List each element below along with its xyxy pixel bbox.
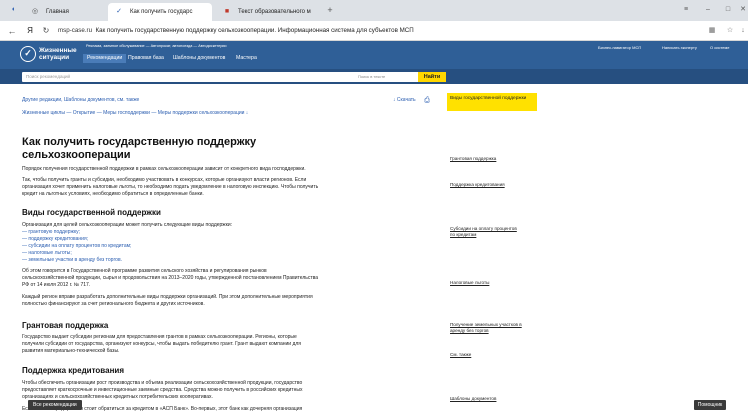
article-title-line2: сельхозкооперации (22, 149, 131, 161)
heading-support-kinds: Виды государственной поддержки (22, 208, 161, 217)
site-tagline: Реклама, заемное обслуживание — Автопрок… (86, 44, 227, 48)
tab-home-label: Главная (46, 9, 69, 15)
heading-credit-support: Поддержка кредитования (22, 366, 124, 375)
link-write-expert[interactable]: Написать эксперту (662, 45, 697, 50)
kind-item-grant[interactable]: — грантовую поддержку; (22, 229, 80, 236)
url-domain: msp-case.ru (58, 27, 93, 34)
kind-item-land[interactable]: — земельные участки в аренду без торгов. (22, 257, 122, 264)
browser-logo-icon[interactable]: ◐ (8, 4, 20, 16)
sidebar-item-see-also[interactable]: См. также (450, 352, 471, 358)
sidebar-item-tax[interactable]: Налоговые льготы (450, 280, 489, 286)
kind-item-interest[interactable]: — субсидии на оплату процентов по кредит… (22, 243, 131, 250)
sidebar-item-land[interactable]: Получение земельных участков в аренду бе… (450, 322, 522, 334)
tab-text-label: Текст образовательного м (238, 9, 311, 15)
site-logo[interactable]: ✓ Жизненные ситуации (20, 44, 78, 66)
yandex-icon[interactable]: Я (24, 25, 36, 37)
templates-see-also: Шаблоны документов, см. также (63, 97, 140, 103)
find-button[interactable]: Найти (418, 72, 446, 82)
url-field[interactable]: msp-case.ru Как получить государственную… (58, 25, 638, 37)
grant-line2: получили субсидии от государства, органи… (22, 341, 301, 347)
extensions-icon[interactable]: ▦ (706, 25, 718, 37)
grant-line3: развития материально-технической базы. (22, 348, 120, 354)
sidebar-item-interest-subsidy[interactable]: Субсидии на оплату процентов по кредитам (450, 226, 520, 238)
logo-check-icon: ✓ (20, 46, 36, 62)
paragraph-2-line1: Так, чтобы получить гранты и субсидии, н… (22, 177, 307, 183)
download-link[interactable]: ↓ Скачать (393, 97, 416, 104)
tab-article-label: Как получить государс (130, 9, 193, 15)
tab-home[interactable]: ◎ Главная (24, 3, 104, 21)
paragraph-3-line1: Об этом говорится в Государственной прог… (22, 268, 267, 274)
menu-icon[interactable]: ≡ (680, 4, 692, 16)
credit-line2: предоставляет краткосрочные и инвестицио… (22, 387, 303, 393)
minimize-button[interactable]: – (702, 4, 714, 16)
doc-tab-icon: ■ (224, 8, 230, 15)
bookmark-star-icon[interactable]: ☆ (724, 25, 736, 37)
logo-text-line1: Жизненные (39, 47, 77, 54)
credit-line1: Чтобы обеспечить организации рост произв… (22, 380, 303, 386)
browser-tab-bar: ◐ ◎ Главная ✓ Как получить государс ■ Текст… (0, 0, 748, 21)
paragraph-2-line2: организация хочет применить налоговые ль… (22, 184, 319, 190)
paragraph-4-line2: полностью финансируют за счет региональн… (22, 301, 205, 307)
site-favicon-icon: ✓ (116, 8, 122, 15)
sidebar-active-item[interactable]: Виды государственной поддержки (447, 93, 537, 111)
logo-text-line2: ситуации (39, 54, 70, 61)
heading-grant-support: Грантовая поддержка (22, 321, 109, 330)
address-bar: ← Я ↻ msp-case.ru Как получить государст… (0, 21, 748, 41)
breadcrumb[interactable]: Жизненные циклы — Открытие — Меры господ… (22, 110, 248, 117)
maximize-button[interactable]: □ (722, 4, 734, 16)
paragraph-intro: Порядок получения государственной поддер… (22, 166, 306, 172)
paragraph-4-line1: Каждый регион вправе разработать дополни… (22, 294, 313, 300)
paragraph-3-line2: сельскохозяйственной продукции, сырья и … (22, 275, 319, 281)
close-window-button[interactable]: ✕ (738, 4, 748, 16)
tab-text[interactable]: ■ Текст образовательного м (216, 3, 320, 21)
download-icon[interactable]: ↓ (738, 25, 748, 37)
other-versions-link[interactable]: Другие редакции, Шаблоны документов, см.… (22, 97, 139, 104)
assistant-button[interactable]: Помощник (694, 400, 726, 410)
sidebar-item-templates[interactable]: Шаблоны документов (450, 396, 496, 402)
kind-item-credit[interactable]: — поддержку кредитования; (22, 236, 88, 243)
nav-templates[interactable]: Шаблоны документов (173, 54, 225, 63)
grant-line1: Государство выдает субсидии регионам для… (22, 334, 297, 340)
tab-article[interactable]: ✓ Как получить государс (108, 3, 212, 21)
article-title-line1: Как получить государственную поддержку (22, 136, 257, 148)
link-about[interactable]: О системе (710, 45, 729, 50)
new-tab-button[interactable]: + (324, 4, 336, 16)
site-header: ✓ Жизненные ситуации Реклама, заемное об… (0, 41, 748, 69)
reload-button[interactable]: ↻ (40, 25, 52, 37)
sidebar-item-credit[interactable]: Поддержка кредитования (450, 182, 505, 188)
kinds-intro: Организация для целей сельхозкооперации … (22, 222, 233, 228)
search-scope-label[interactable]: Поиск в тексте (358, 72, 385, 82)
paragraph-2-line3: кредит на льготных условиях, необходимо … (22, 191, 204, 197)
sidebar-item-grant[interactable]: Грантовая поддержка (450, 156, 496, 162)
back-button[interactable]: ← (6, 25, 18, 37)
url-page-title: Как получить государственную поддержку с… (95, 27, 414, 34)
link-business-navigator[interactable]: Бизнес-навигатор МСП (598, 45, 641, 50)
nav-wizards[interactable]: Мастера (236, 54, 257, 63)
nav-recommendations[interactable]: Рекомендации (83, 54, 127, 63)
nav-legal-base[interactable]: Правовая база (128, 54, 164, 63)
all-recommendations-button[interactable]: Все рекомендации (28, 400, 82, 410)
other-versions-label: Другие редакции, (22, 97, 63, 103)
paragraph-3-line3: РФ от 14 июля 2012 г. № 717. (22, 282, 91, 288)
kind-item-tax[interactable]: — налоговые льготы; (22, 250, 72, 257)
print-icon[interactable]: ⎙ (422, 95, 432, 107)
home-tab-icon: ◎ (31, 8, 39, 15)
